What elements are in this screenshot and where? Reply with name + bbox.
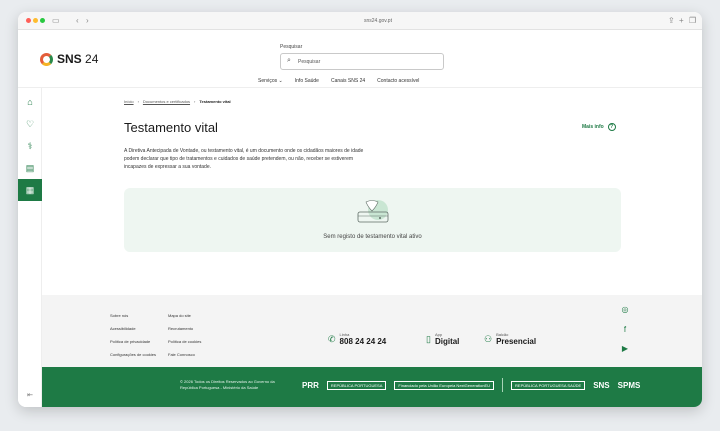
sns-logo: SNS [593,380,610,390]
medication-icon: ⚕ [27,140,33,151]
footer-links-col2: Mapa do site Recrutamento Política de co… [168,309,201,361]
sidebar: ⌂ ♡ ⚕ ▤ ▦ ⇤ [18,88,42,407]
footer-link-acessibilidade[interactable]: Acessibilidade [110,322,156,335]
maximize-window-button[interactable] [40,18,45,23]
home-icon: ⌂ [27,97,33,107]
footer-bottom: © 2026 Todos os Direitos Reservados ao G… [42,367,702,407]
breadcrumb-home[interactable]: Início [124,99,134,104]
contact-app[interactable]: ▯ App Digital [426,332,459,346]
main-nav: Serviços ⌄ Info Saúde Canais SNS 24 Cont… [258,78,419,84]
address-bar[interactable]: sns24.gov.pt [318,16,438,26]
people-icon: ⚇ [484,333,493,344]
search-input[interactable]: ⌕ Pesquisar [280,53,444,70]
share-icon[interactable]: ⇪ [668,15,675,27]
youtube-icon[interactable]: ▶ [620,344,630,353]
instagram-icon[interactable]: ◎ [620,305,630,314]
breadcrumb: Início › Documentos e certificados › Tes… [124,99,231,104]
breadcrumb-documentos[interactable]: Documentos e certificados [143,99,190,104]
copyright-text: © 2026 Todos os Direitos Reservados ao G… [180,379,275,390]
footer-link-privacidade[interactable]: Política de privacidade [110,335,156,348]
contact-balcao[interactable]: ⚇ Balcão Presencial [484,332,536,346]
sidebar-item-medication[interactable]: ⚕ [18,135,42,157]
footer-link-politica-cookies[interactable]: Política de cookies [168,335,201,348]
logo-icon [40,52,53,66]
footer-link-sobre[interactable]: Sobre nós [110,309,156,322]
new-tab-icon[interactable]: + [679,15,684,27]
back-icon[interactable]: ‹ [76,15,79,27]
empty-state-panel: Sem registo de testamento vital ativo [124,188,621,252]
sidebar-item-health[interactable]: ♡ [18,113,42,135]
empty-state-message: Sem registo de testamento vital ativo [323,234,422,240]
nav-canais-sns24[interactable]: Canais SNS 24 [331,78,365,84]
eu-funding-logo: Financiado pela União Europeia NextGener… [394,380,495,390]
empty-state-illustration [357,200,389,223]
sidebar-toggle-icon[interactable]: ▭ [52,15,60,27]
health-icon: ♡ [25,118,35,129]
footer-links-area: Sobre nós Acessibilidade Política de pri… [42,295,702,367]
breadcrumb-current: Testamento vital [199,99,231,104]
search-label: Pesquisar [280,44,303,50]
browser-window: ▭ ‹ › sns24.gov.pt ⇪ + ❐ SNS 24 Pesquisa… [18,12,702,407]
sidebar-item-documents[interactable]: ▦ [18,179,42,201]
mobile-icon: ▯ [426,333,431,344]
document-icon: ▦ [25,184,35,195]
close-window-button[interactable] [26,18,31,23]
phone-icon: ✆ [328,333,336,344]
sidebar-item-clipboard[interactable]: ▤ [18,157,42,179]
contact-phone[interactable]: ✆ Linha 808 24 24 24 [328,332,386,346]
sns24-logo[interactable]: SNS 24 [40,52,98,66]
more-info-link[interactable]: Mais info ? [582,123,616,131]
spms-logo: SPMS [617,380,641,390]
main-content: Início › Documentos e certificados › Tes… [42,88,702,295]
collapse-sidebar-icon[interactable]: ⇤ [18,391,42,399]
forward-icon[interactable]: › [86,15,89,27]
search-placeholder: Pesquisar [298,59,321,65]
site-header: SNS 24 Pesquisar ⌕ Pesquisar Serviços ⌄ … [18,30,702,88]
minimize-window-button[interactable] [33,18,38,23]
nav-contacto-acessivel[interactable]: Contacto acessível [377,78,419,84]
saude-logo: REPÚBLICA PORTUGUESA SAÚDE [511,380,586,390]
help-icon: ? [607,123,616,131]
republica-portuguesa-logo: REPÚBLICA PORTUGUESA [326,380,387,390]
footer-link-recrutamento[interactable]: Recrutamento [168,322,201,335]
footer-link-fale-connosco[interactable]: Fale Connosco [168,348,201,361]
footer-links-col1: Sobre nós Acessibilidade Política de pri… [110,309,156,361]
footer-link-config-cookies[interactable]: Configurações de cookies [110,348,156,361]
clipboard-icon: ▤ [25,162,35,173]
page-description: A Diretiva Antecipada de Vontade, ou tes… [124,148,364,170]
facebook-icon[interactable]: f [620,325,630,334]
logo-divider [502,378,504,392]
partner-logos: PRR REPÚBLICA PORTUGUESA Financiado pela… [302,378,640,392]
browser-toolbar: ▭ ‹ › sns24.gov.pt ⇪ + ❐ [18,12,702,30]
nav-info-saude[interactable]: Info Saúde [295,78,319,84]
search-icon: ⌕ [287,57,291,64]
page-title: Testamento vital [124,120,218,135]
footer-link-mapa[interactable]: Mapa do site [168,309,201,322]
nav-servicos[interactable]: Serviços ⌄ [258,78,283,84]
prr-logo: PRR [302,380,319,390]
tabs-overview-icon[interactable]: ❐ [689,15,696,27]
sidebar-item-home[interactable]: ⌂ [18,91,42,113]
